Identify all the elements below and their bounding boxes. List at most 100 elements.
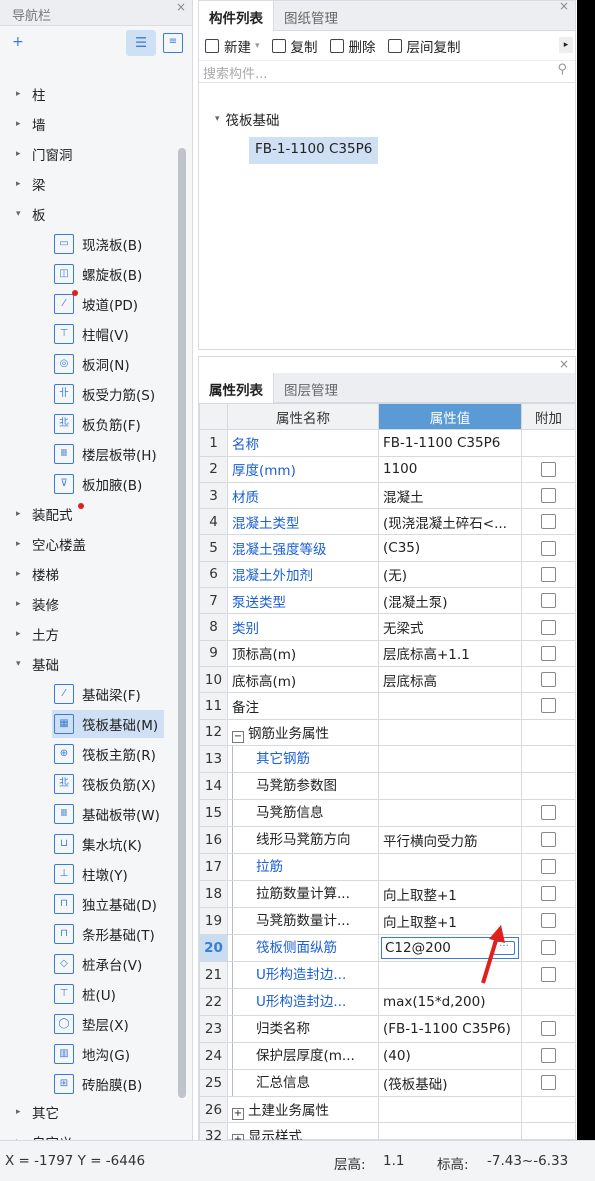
property-row[interactable]: 11 备注 bbox=[199, 692, 576, 720]
extra-checkbox[interactable] bbox=[541, 566, 556, 582]
nav-item[interactable]: ▸ 空心楼盖 bbox=[0, 529, 190, 559]
property-row[interactable]: 16 线形马凳筋方向 平行横向受力筋 bbox=[199, 825, 576, 854]
property-value[interactable]: 层底标高+1.1 bbox=[378, 639, 522, 667]
property-row[interactable]: 23 归类名称 (FB-1-1100 C35P6) bbox=[199, 1014, 576, 1043]
property-value[interactable]: 平行横向受力筋 bbox=[378, 825, 522, 854]
extra-checkbox[interactable] bbox=[541, 1048, 556, 1064]
property-row[interactable]: 21 U形构造封边... bbox=[199, 960, 576, 989]
tab-property-list[interactable]: 属性列表 bbox=[199, 373, 274, 403]
extra-checkbox[interactable] bbox=[541, 698, 556, 714]
tab-component-list[interactable]: 构件列表 bbox=[199, 1, 274, 31]
nav-close-icon[interactable]: × bbox=[176, 0, 186, 14]
nav-item[interactable]: ▸ 装修 bbox=[0, 589, 190, 619]
property-value[interactable]: (C35) bbox=[378, 534, 522, 562]
property-row[interactable]: 25 汇总信息 (筏板基础) bbox=[199, 1068, 576, 1097]
property-value[interactable] bbox=[378, 1095, 522, 1124]
nav-subitem[interactable]: 丠筏板负筋(X) bbox=[52, 770, 162, 798]
nav-item[interactable]: ▸ 门窗洞 bbox=[0, 139, 190, 169]
property-value[interactable] bbox=[378, 771, 522, 800]
property-value[interactable]: (40) bbox=[378, 1041, 522, 1070]
property-value[interactable]: 向上取整+1 bbox=[378, 879, 522, 908]
nav-subitem[interactable]: ▭ 现浇板(B) bbox=[52, 230, 148, 258]
nav-subitem[interactable]: ⁄ 基础梁(F) bbox=[52, 680, 147, 708]
extra-checkbox[interactable] bbox=[541, 461, 556, 477]
close-icon[interactable]: × bbox=[559, 357, 569, 371]
nav-item[interactable]: ▸ 其它 bbox=[0, 1097, 190, 1127]
property-value[interactable]: (筏板基础) bbox=[378, 1068, 522, 1097]
nav-subitem[interactable]: ⊽ 板加腋(B) bbox=[52, 470, 148, 498]
close-icon[interactable]: × bbox=[559, 0, 569, 13]
nav-subitem[interactable]: ⊞ 砖胎膜(B) bbox=[52, 1070, 148, 1098]
search-input[interactable]: 搜索构件... ⚲ bbox=[199, 61, 575, 83]
nav-subitem[interactable]: ⊓ 条形基础(T) bbox=[52, 920, 161, 948]
property-value[interactable] bbox=[378, 798, 522, 827]
property-value[interactable]: 混凝土 bbox=[378, 481, 522, 510]
property-row[interactable]: 22 U形构造封边... max(15*d,200) bbox=[199, 987, 576, 1016]
extra-checkbox[interactable] bbox=[541, 672, 556, 688]
nav-subitem[interactable]: ⊤ 桩(U) bbox=[52, 980, 122, 1008]
property-row[interactable]: 9 顶标高(m) 层底标高+1.1 bbox=[199, 639, 576, 667]
nav-subitem[interactable]: ⊕ 筏板主筋(R) bbox=[52, 740, 162, 768]
extra-checkbox[interactable] bbox=[541, 805, 556, 821]
extra-checkbox[interactable] bbox=[541, 1021, 556, 1037]
property-value[interactable]: (混凝土泵) bbox=[378, 587, 522, 615]
nav-subitem[interactable]: 丠板负筋(F) bbox=[52, 410, 147, 438]
extra-checkbox[interactable] bbox=[541, 619, 556, 635]
nav-subitem[interactable]: ◯ 垫层(X) bbox=[52, 1010, 135, 1038]
expand-icon[interactable]: + bbox=[232, 1108, 244, 1120]
property-row[interactable]: 18 拉筋数量计算... 向上取整+1 bbox=[199, 879, 576, 908]
nav-subitem[interactable]: 卝板受力筋(S) bbox=[52, 380, 161, 408]
nav-item[interactable]: ▸ 楼梯 bbox=[0, 559, 190, 589]
property-row[interactable]: 6 混凝土外加剂 (无) bbox=[199, 560, 576, 589]
tab-layer-manage[interactable]: 图层管理 bbox=[274, 373, 348, 403]
property-row[interactable]: 13 其它钢筋 bbox=[199, 744, 576, 773]
property-value[interactable]: 层底标高 bbox=[378, 665, 522, 694]
detail-view-icon[interactable]: ≡ bbox=[163, 33, 183, 53]
tree-root[interactable]: ▾ 筏板基础 bbox=[215, 109, 280, 129]
property-row[interactable]: 26 + 土建业务属性 bbox=[199, 1095, 576, 1124]
nav-item[interactable]: ▸ 柱 bbox=[0, 79, 190, 109]
property-row[interactable]: 8 类别 无梁式 bbox=[199, 613, 576, 641]
tree-item-selected[interactable]: FB-1-1100 C35P6 bbox=[249, 137, 379, 164]
property-row[interactable]: 5 混凝土强度等级 (C35) bbox=[199, 534, 576, 562]
property-row[interactable]: 10 底标高(m) 层底标高 bbox=[199, 665, 576, 694]
property-value[interactable] bbox=[378, 692, 522, 720]
nav-subitem[interactable]: ▦ 筏板基础(M) bbox=[52, 710, 165, 738]
property-value[interactable] bbox=[378, 744, 522, 773]
drawing-canvas-edge[interactable] bbox=[577, 0, 595, 1140]
new-button[interactable]: 新建 ▾ bbox=[205, 36, 260, 56]
property-value[interactable] bbox=[378, 718, 522, 746]
more-icon[interactable]: ▸ bbox=[559, 37, 573, 53]
extra-checkbox[interactable] bbox=[541, 886, 556, 902]
nav-subitem[interactable]: ◫ 螺旋板(B) bbox=[52, 260, 148, 288]
property-value[interactable]: max(15*d,200) bbox=[378, 987, 522, 1016]
nav-item[interactable]: ▸ 装配式 bbox=[0, 499, 190, 529]
property-row[interactable]: 3 材质 混凝土 bbox=[199, 481, 576, 510]
extra-checkbox[interactable] bbox=[541, 488, 556, 504]
property-row[interactable]: 2 厚度(mm) 1100 bbox=[199, 455, 576, 483]
extra-checkbox[interactable] bbox=[541, 913, 556, 929]
property-value[interactable]: (现浇混凝土碎石<... bbox=[378, 508, 522, 536]
delete-button[interactable]: 删除 bbox=[329, 36, 376, 56]
extra-checkbox[interactable] bbox=[541, 540, 556, 556]
nav-subitem[interactable]: ⊔ 集水坑(K) bbox=[52, 830, 148, 858]
property-row[interactable]: 4 混凝土类型 (现浇混凝土碎石<... bbox=[199, 508, 576, 536]
add-icon[interactable]: + bbox=[12, 34, 24, 50]
property-row[interactable]: 19 马凳筋数量计... 向上取整+1 bbox=[199, 906, 576, 935]
nav-subitem[interactable]: ⊥ 柱墩(Y) bbox=[52, 860, 134, 888]
nav-item[interactable]: ▾ 基础 bbox=[0, 649, 190, 679]
extra-checkbox[interactable] bbox=[541, 645, 556, 661]
property-value[interactable]: 1100 bbox=[378, 455, 522, 483]
extra-checkbox[interactable] bbox=[541, 593, 556, 609]
tab-drawing-manage[interactable]: 图纸管理 bbox=[274, 1, 348, 31]
list-view-icon[interactable]: ☰ bbox=[126, 30, 156, 56]
nav-item[interactable]: ▸ 墙 bbox=[0, 109, 190, 139]
property-value[interactable]: (无) bbox=[378, 560, 522, 589]
property-row[interactable]: 12− 钢筋业务属性 bbox=[199, 718, 576, 746]
property-row[interactable]: 20 筏板侧面纵筋 C12@200 ··· bbox=[199, 933, 576, 962]
extra-checkbox[interactable] bbox=[541, 940, 556, 956]
property-row[interactable]: 1 名称 FB-1-1100 C35P6 bbox=[199, 429, 576, 457]
nav-subitem[interactable]: ⊤ 柱帽(V) bbox=[52, 320, 135, 348]
extra-checkbox[interactable] bbox=[541, 832, 556, 848]
property-row[interactable]: 24 保护层厚度(m... (40) bbox=[199, 1041, 576, 1070]
